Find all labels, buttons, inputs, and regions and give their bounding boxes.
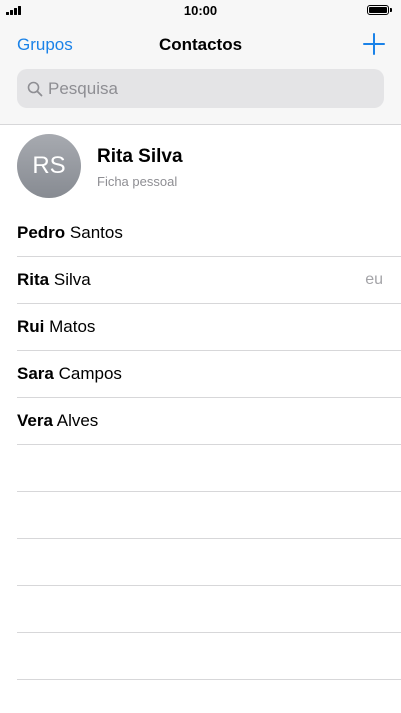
me-tag: eu bbox=[365, 271, 383, 288]
plus-icon bbox=[363, 33, 385, 55]
contact-last-name: Campos bbox=[58, 364, 122, 383]
contact-row[interactable]: Sara Campos bbox=[0, 351, 401, 398]
add-contact-button[interactable] bbox=[362, 32, 386, 56]
empty-row bbox=[0, 539, 401, 586]
navigation-bar: Grupos Contactos bbox=[0, 22, 401, 125]
contact-row[interactable]: Pedro Santos bbox=[0, 210, 401, 257]
contact-first-name: Rui bbox=[17, 317, 45, 336]
contact-name: Vera Alves bbox=[17, 411, 98, 431]
contact-last-name: Matos bbox=[49, 317, 96, 336]
contact-name: Sara Campos bbox=[17, 364, 122, 384]
status-time: 10:00 bbox=[183, 3, 218, 18]
contact-last-name: Santos bbox=[69, 223, 123, 242]
contact-first-name: Rita bbox=[17, 270, 50, 289]
empty-row bbox=[0, 492, 401, 539]
contact-first-name: Sara bbox=[17, 364, 54, 383]
status-bar: 10:00 bbox=[0, 0, 401, 22]
contact-row[interactable]: Vera Alves bbox=[0, 398, 401, 445]
contact-row[interactable]: Rita Silva eu bbox=[0, 257, 401, 304]
page-title: Contactos bbox=[158, 35, 243, 54]
contact-name: Rita Silva bbox=[17, 270, 91, 290]
contact-first-name: Vera bbox=[17, 411, 53, 430]
my-card-subtitle: Ficha pessoal bbox=[97, 174, 178, 189]
my-card-name: Rita Silva bbox=[97, 146, 183, 167]
contact-name: Pedro Santos bbox=[17, 223, 123, 243]
contact-last-name: Silva bbox=[53, 270, 91, 289]
empty-row bbox=[0, 633, 401, 680]
contact-list: Pedro Santos Rita Silva eu Rui Matos Sar… bbox=[0, 210, 401, 680]
contact-last-name: Alves bbox=[56, 411, 99, 430]
search-bar[interactable] bbox=[17, 69, 384, 108]
avatar: RS bbox=[17, 134, 81, 198]
contact-first-name: Pedro bbox=[17, 223, 66, 242]
contact-row[interactable]: Rui Matos bbox=[0, 304, 401, 351]
empty-row bbox=[0, 586, 401, 633]
search-input[interactable] bbox=[48, 69, 368, 108]
contact-name: Rui Matos bbox=[17, 317, 95, 337]
search-icon bbox=[27, 81, 43, 97]
my-card[interactable]: RS Rita Silva Ficha pessoal bbox=[0, 124, 401, 212]
battery-icon bbox=[367, 5, 392, 15]
empty-row bbox=[0, 445, 401, 492]
